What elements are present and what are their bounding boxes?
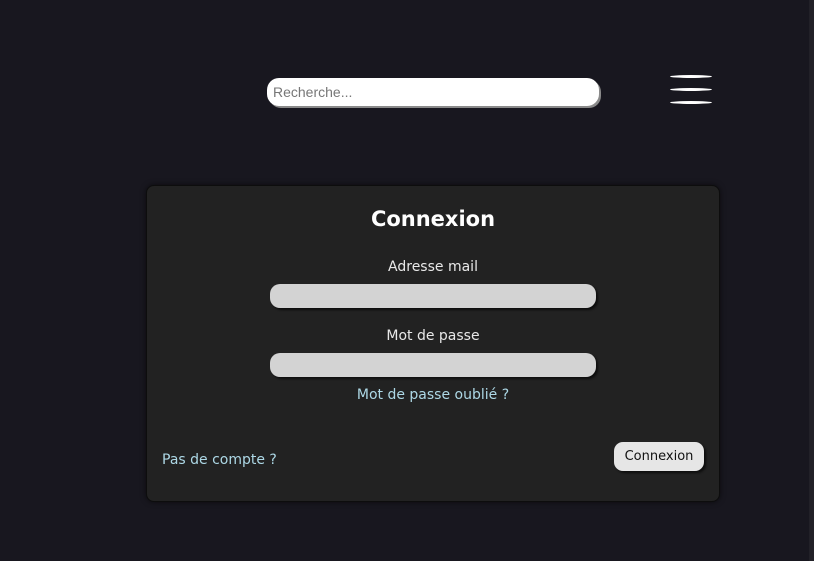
login-title: Connexion [370, 207, 496, 231]
email-field[interactable] [270, 284, 596, 308]
menu-bar-bottom [670, 101, 712, 104]
password-field[interactable] [270, 353, 596, 377]
login-card: Connexion Adresse mail Mot de passe Mot … [146, 185, 720, 502]
signup-link[interactable]: Pas de compte ? [162, 452, 277, 468]
email-label: Adresse mail [388, 259, 478, 275]
search-input[interactable] [267, 78, 599, 106]
hamburger-menu-icon[interactable] [668, 74, 714, 110]
scrollbar-track[interactable] [809, 0, 814, 561]
menu-bar-middle [670, 88, 712, 91]
login-submit-button[interactable]: Connexion [614, 442, 704, 471]
forgot-password-link[interactable]: Mot de passe oublié ? [147, 387, 719, 403]
password-label: Mot de passe [386, 328, 480, 344]
menu-bar-top [670, 75, 712, 78]
